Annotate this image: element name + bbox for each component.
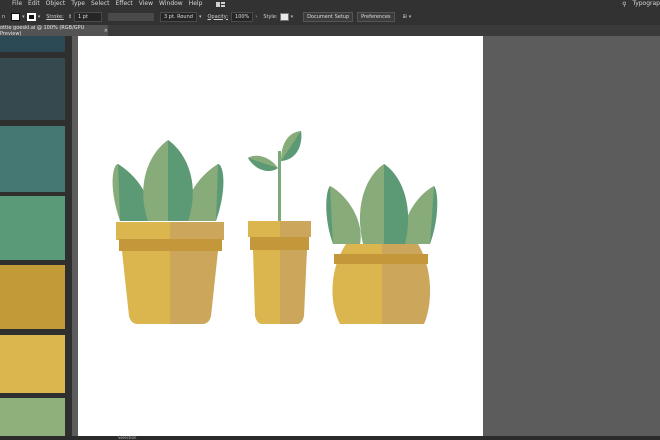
chevron-down-icon[interactable]: ▾: [199, 14, 202, 20]
plant-3-leaves: [326, 164, 438, 244]
menu-type[interactable]: Type: [71, 0, 85, 8]
plant-2-pot: [248, 221, 311, 324]
chevron-right-icon[interactable]: ›: [255, 14, 257, 20]
opacity-label[interactable]: Opacity:: [207, 14, 228, 20]
menu-view[interactable]: View: [139, 0, 153, 8]
menu-window[interactable]: Window: [159, 0, 183, 8]
style-swatch[interactable]: [279, 12, 289, 21]
swatch-yellow[interactable]: [0, 335, 65, 393]
document-tab-bar: ottie goeskl.ai @ 100% (RGB/GPU Preview)…: [0, 24, 660, 37]
menu-select[interactable]: Select: [91, 0, 110, 8]
swatch-sage[interactable]: [0, 398, 65, 440]
arrange-documents-icon[interactable]: [216, 1, 226, 7]
style-label: Style:: [263, 13, 278, 20]
close-icon[interactable]: ×: [104, 28, 108, 34]
plant-2-sprout: [248, 131, 302, 221]
variable-width-field[interactable]: [108, 12, 155, 21]
menu-edit[interactable]: Edit: [28, 0, 40, 8]
menu-file[interactable]: File: [12, 0, 22, 8]
swatch-teal[interactable]: [0, 126, 65, 192]
artboard[interactable]: [78, 36, 483, 436]
chevron-down-icon[interactable]: ▾: [22, 14, 25, 20]
menu-help[interactable]: Help: [189, 0, 203, 8]
status-bar: Selection: [0, 436, 660, 440]
stroke-label[interactable]: Stroke:: [46, 14, 64, 20]
document-setup-button[interactable]: Document Setup: [303, 11, 354, 22]
document-tab-title: ottie goeskl.ai @ 100% (RGB/GPU Preview): [0, 24, 85, 37]
stroke-swatch[interactable]: [26, 12, 36, 21]
swatch-navy[interactable]: [0, 36, 65, 52]
lightbulb-icon[interactable]: ⚲: [622, 1, 626, 8]
menu-effect[interactable]: Effect: [116, 0, 133, 8]
chevron-down-icon[interactable]: ▾: [291, 14, 294, 20]
brush-field[interactable]: 3 pt. Round: [160, 11, 197, 22]
swatch-mustard[interactable]: [0, 265, 65, 329]
menu-object[interactable]: Object: [46, 0, 66, 8]
menu-bar: File Edit Object Type Select Effect View…: [0, 0, 660, 8]
plant-3-pot: [332, 244, 431, 324]
plant-1-pot: [116, 222, 224, 324]
chevron-down-icon[interactable]: ▾: [409, 14, 412, 20]
swatch-panel: [0, 36, 72, 440]
fill-swatch[interactable]: [11, 12, 21, 21]
stroke-weight-field[interactable]: 1 pt: [74, 11, 103, 22]
current-tool-label: Selection: [118, 435, 137, 440]
preferences-button[interactable]: Preferences: [357, 11, 395, 22]
plant-pots-illustration: [112, 131, 438, 324]
swatch-slate[interactable]: [0, 58, 65, 120]
control-bar: n ▾ ▾ Stroke: ⇕ 1 pt 3 pt. Round ▾ Opaci…: [0, 8, 660, 25]
opacity-field[interactable]: 100%: [231, 11, 254, 22]
transform-icon[interactable]: ⊞: [403, 14, 407, 20]
chevron-down-icon[interactable]: ▾: [38, 14, 41, 20]
workspace-switcher[interactable]: Typograp: [632, 0, 660, 8]
plant-1-leaves: [112, 140, 224, 221]
swatch-green[interactable]: [0, 196, 65, 260]
toolbar-prefix: n: [2, 13, 6, 20]
document-tab[interactable]: ottie goeskl.ai @ 100% (RGB/GPU Preview)…: [0, 24, 108, 37]
stroke-stepper-icon[interactable]: ⇕: [68, 14, 72, 20]
